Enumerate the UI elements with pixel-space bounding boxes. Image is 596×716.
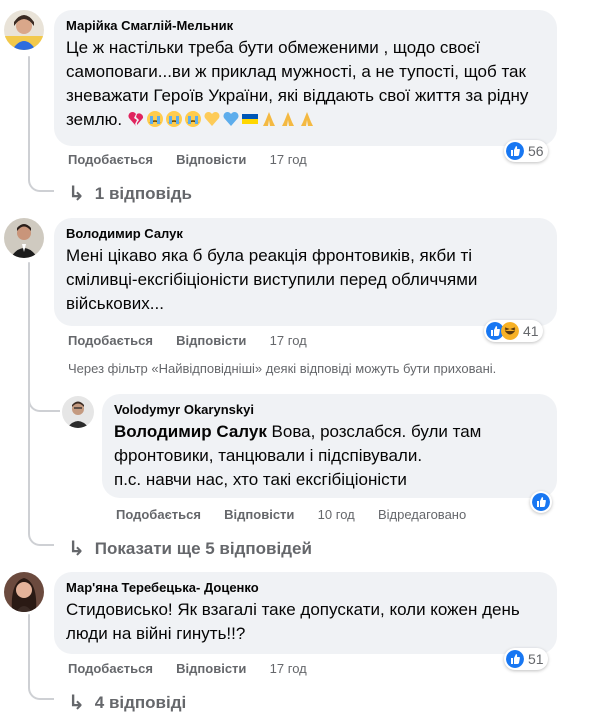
comment-actions: Подобається Відповісти 17 год	[68, 152, 307, 168]
reply-text: Володимир Салук Вова, розслабся. були та…	[114, 422, 482, 465]
reply-button[interactable]: Відповісти	[176, 152, 246, 167]
emoji-row	[122, 110, 317, 129]
timestamp[interactable]: 10 год	[318, 507, 355, 522]
thread-curve-2a	[28, 380, 60, 412]
reply-button[interactable]: Відповісти	[176, 333, 246, 348]
reaction-count: 41	[523, 323, 539, 339]
replies-label: 4 відповіді	[94, 692, 187, 712]
crying-face-emoji	[165, 111, 182, 127]
thread-line-1	[28, 56, 30, 176]
comment-bubble: Володимир Салук Мені цікаво яка б була р…	[54, 218, 557, 326]
reply-text-line2: п.с. навчи нас, хто такі ексгібіціоністи	[114, 470, 407, 489]
comment-text: Мені цікаво яка б була реакція фронтовик…	[66, 246, 478, 313]
like-reaction-icon	[532, 493, 550, 511]
thread-curve-2b	[28, 522, 54, 546]
show-more-replies-button[interactable]: ↳ Показати ще 5 відповідей	[68, 536, 312, 561]
folded-hands-emoji	[281, 112, 294, 126]
comment-actions: Подобається Відповісти 17 год	[68, 333, 307, 349]
comment-bubble: Марійка Смаглій-Мельник Це ж настільки т…	[54, 10, 557, 146]
like-reaction-icon	[506, 650, 524, 668]
like-button[interactable]: Подобається	[68, 152, 153, 167]
like-button[interactable]: Подобається	[68, 333, 153, 348]
folded-hands-emoji	[262, 112, 275, 126]
blue-heart-emoji	[223, 111, 239, 126]
like-reaction-icon	[506, 142, 524, 160]
comment-author[interactable]: Мар'яна Теребецька- Доценко	[66, 580, 545, 596]
crying-face-emoji	[184, 111, 201, 127]
comment-bubble: Мар'яна Теребецька- Доценко Стидовисько!…	[54, 572, 557, 654]
reaction-count-pill[interactable]: 51	[504, 648, 548, 670]
avatar[interactable]	[4, 572, 44, 612]
reply-actions: Подобається Відповісти 10 год Відредагов…	[116, 507, 466, 523]
avatar[interactable]	[62, 396, 94, 428]
filter-notice: Через фільтр «Найвідповідніші» деякі від…	[68, 361, 497, 376]
timestamp[interactable]: 17 год	[270, 333, 307, 348]
thread-curve-3	[28, 676, 54, 700]
reply-button[interactable]: Відповісти	[224, 507, 294, 522]
reaction-count-pill[interactable]: 41	[484, 320, 543, 342]
ukraine-flag-emoji	[241, 114, 258, 124]
broken-heart-emoji	[128, 111, 143, 126]
reply-bubble: Volodymyr Okarynskyi Володимир Салук Вов…	[102, 394, 557, 498]
comment-text: Це ж настільки треба бути обмеженими , щ…	[66, 38, 529, 129]
more-replies-label: Показати ще 5 відповідей	[94, 538, 312, 558]
comment-text: Стидовисько! Як взагалі таке допускати, …	[66, 600, 520, 643]
edited-label: Відредаговано	[377, 507, 467, 522]
yellow-heart-emoji	[204, 111, 220, 126]
reaction-count-pill[interactable]	[530, 491, 552, 513]
reply-arrow-icon: ↳	[68, 183, 85, 205]
reply-button[interactable]: Відповісти	[176, 661, 246, 676]
reaction-count: 51	[528, 651, 544, 667]
timestamp[interactable]: 17 год	[270, 152, 307, 167]
reply-arrow-icon: ↳	[68, 538, 85, 560]
reaction-count-pill[interactable]: 56	[504, 140, 548, 162]
haha-reaction-icon	[501, 322, 519, 340]
comment-author[interactable]: Володимир Салук	[66, 226, 545, 242]
like-button[interactable]: Подобається	[68, 661, 153, 676]
view-replies-button[interactable]: ↳ 4 відповіді	[68, 690, 186, 715]
comment-actions: Подобається Відповісти 17 год	[68, 661, 307, 677]
comment-author[interactable]: Марійка Смаглій-Мельник	[66, 18, 545, 34]
reaction-count: 56	[528, 143, 544, 159]
avatar[interactable]	[4, 218, 44, 258]
timestamp[interactable]: 17 год	[270, 661, 307, 676]
replies-label: 1 відповідь	[94, 183, 192, 203]
like-button[interactable]: Подобається	[116, 507, 201, 522]
reply-author[interactable]: Volodymyr Okarynskyi	[114, 402, 545, 418]
reply-arrow-icon: ↳	[68, 692, 85, 714]
thread-curve-1	[28, 170, 54, 192]
thread-line-3	[28, 614, 30, 680]
crying-face-emoji	[146, 111, 163, 127]
view-replies-button[interactable]: ↳ 1 відповідь	[68, 181, 192, 206]
folded-hands-emoji	[300, 112, 313, 126]
avatar[interactable]	[4, 10, 44, 50]
mention-link[interactable]: Володимир Салук	[114, 422, 267, 441]
